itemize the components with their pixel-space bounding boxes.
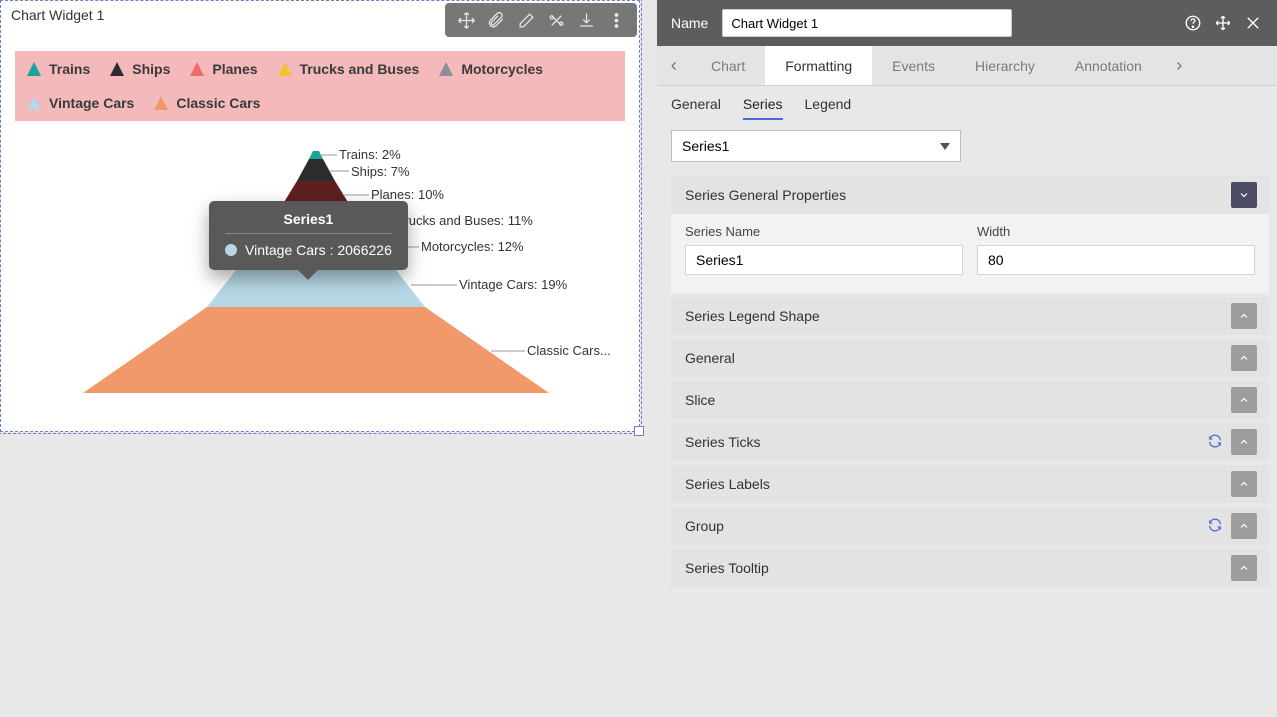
tab-chart[interactable]: Chart — [691, 46, 765, 85]
properties-panel: Name Chart Formatting Events Hierarchy A… — [657, 0, 1277, 717]
slice-label-trucks: Trucks and Buses: 11% — [397, 213, 533, 228]
tab-annotation[interactable]: Annotation — [1055, 46, 1162, 85]
download-icon[interactable] — [571, 7, 601, 33]
chevron-up-icon — [1231, 303, 1257, 329]
chevron-up-icon — [1231, 429, 1257, 455]
tooltip-dot-icon — [225, 244, 237, 256]
name-input-wrap — [722, 9, 1022, 37]
series-dropdown[interactable]: Series1 — [671, 130, 961, 162]
refresh-icon[interactable] — [1207, 433, 1223, 452]
chart-tooltip: Series1 Vintage Cars : 2066226 — [209, 201, 408, 270]
triangle-icon — [190, 62, 204, 76]
slice-label-ships: Ships: 7% — [351, 164, 410, 179]
acc-head-legend-shape[interactable]: Series Legend Shape — [671, 297, 1269, 335]
chevron-down-icon — [1231, 182, 1257, 208]
chevron-up-icon — [1231, 387, 1257, 413]
width-input[interactable] — [977, 245, 1255, 275]
triangle-icon — [278, 62, 292, 76]
acc-group: Group — [671, 507, 1269, 545]
slice-label-motorcycles: Motorcycles: 12% — [421, 239, 524, 254]
legend-item-vintage[interactable]: Vintage Cars — [27, 95, 134, 111]
acc-body-series-general: Series Name Width — [671, 214, 1269, 293]
width-label: Width — [977, 224, 1255, 239]
tab-scroll-right-icon[interactable] — [1162, 46, 1196, 85]
tools-icon[interactable] — [541, 7, 571, 33]
move-panel-icon[interactable] — [1213, 13, 1233, 33]
legend-item-ships[interactable]: Ships — [110, 61, 170, 77]
acc-head-series-general[interactable]: Series General Properties — [671, 176, 1269, 214]
more-icon[interactable] — [601, 7, 631, 33]
chevron-up-icon — [1231, 471, 1257, 497]
triangle-icon — [154, 96, 168, 110]
acc-head-series-labels[interactable]: Series Labels — [671, 465, 1269, 503]
chevron-up-icon — [1231, 513, 1257, 539]
subtab-legend[interactable]: Legend — [805, 96, 852, 120]
legend: Trains Ships Planes Trucks and Buses Mot… — [15, 51, 625, 121]
help-icon[interactable] — [1183, 13, 1203, 33]
refresh-icon[interactable] — [1207, 517, 1223, 536]
tooltip-series-title: Series1 — [225, 211, 392, 234]
resize-handle-br[interactable] — [634, 426, 644, 436]
tab-events[interactable]: Events — [872, 46, 955, 85]
tab-formatting[interactable]: Formatting — [765, 46, 872, 85]
legend-item-planes[interactable]: Planes — [190, 61, 257, 77]
acc-slice: Slice — [671, 381, 1269, 419]
acc-series-general-properties: Series General Properties Series Name Wi… — [671, 176, 1269, 293]
series-name-input[interactable] — [685, 245, 963, 275]
slice-label-classic: Classic Cars... — [527, 343, 611, 358]
widget-toolbar — [445, 3, 637, 37]
acc-head-series-tooltip[interactable]: Series Tooltip — [671, 549, 1269, 587]
triangle-icon — [110, 62, 124, 76]
canvas-area: Chart Widget 1 Trains Ships Planes Truck… — [0, 0, 657, 717]
slice-label-planes: Planes: 10% — [371, 187, 444, 202]
acc-head-group[interactable]: Group — [671, 507, 1269, 545]
chevron-up-icon — [1231, 345, 1257, 371]
triangle-icon — [27, 96, 41, 110]
subtab-general[interactable]: General — [671, 96, 721, 120]
acc-head-slice[interactable]: Slice — [671, 381, 1269, 419]
slice-label-trains: Trains: 2% — [339, 147, 401, 162]
tab-hierarchy[interactable]: Hierarchy — [955, 46, 1055, 85]
acc-head-series-ticks[interactable]: Series Ticks — [671, 423, 1269, 461]
chart-widget[interactable]: Chart Widget 1 Trains Ships Planes Truck… — [0, 0, 640, 432]
tab-scroll-left-icon[interactable] — [657, 46, 691, 85]
legend-item-classic[interactable]: Classic Cars — [154, 95, 260, 111]
slice-label-vintage: Vintage Cars: 19% — [459, 277, 567, 292]
name-label: Name — [671, 15, 708, 31]
acc-head-general[interactable]: General — [671, 339, 1269, 377]
legend-item-trains[interactable]: Trains — [27, 61, 90, 77]
main-tabs: Chart Formatting Events Hierarchy Annota… — [657, 46, 1277, 86]
series-name-label: Series Name — [685, 224, 963, 239]
acc-series-tooltip: Series Tooltip — [671, 549, 1269, 587]
triangle-icon — [439, 62, 453, 76]
move-icon[interactable] — [451, 7, 481, 33]
triangle-icon — [27, 62, 41, 76]
acc-general: General — [671, 339, 1269, 377]
legend-item-motorcycles[interactable]: Motorcycles — [439, 61, 543, 77]
chevron-down-icon — [940, 143, 950, 150]
subtab-series[interactable]: Series — [743, 96, 783, 120]
name-input[interactable] — [722, 9, 1012, 37]
edit-icon[interactable] — [511, 7, 541, 33]
acc-series-labels: Series Labels — [671, 465, 1269, 503]
chevron-up-icon — [1231, 555, 1257, 581]
acc-series-legend-shape: Series Legend Shape — [671, 297, 1269, 335]
sub-tabs: General Series Legend — [657, 86, 1277, 120]
tooltip-text: Vintage Cars : 2066226 — [245, 242, 392, 258]
legend-item-trucks[interactable]: Trucks and Buses — [278, 61, 420, 77]
series-dropdown-value: Series1 — [682, 138, 729, 154]
panel-header: Name — [657, 0, 1277, 46]
acc-series-ticks: Series Ticks — [671, 423, 1269, 461]
attach-icon[interactable] — [481, 7, 511, 33]
accordion: Series General Properties Series Name Wi… — [657, 176, 1277, 587]
close-icon[interactable] — [1243, 13, 1263, 33]
